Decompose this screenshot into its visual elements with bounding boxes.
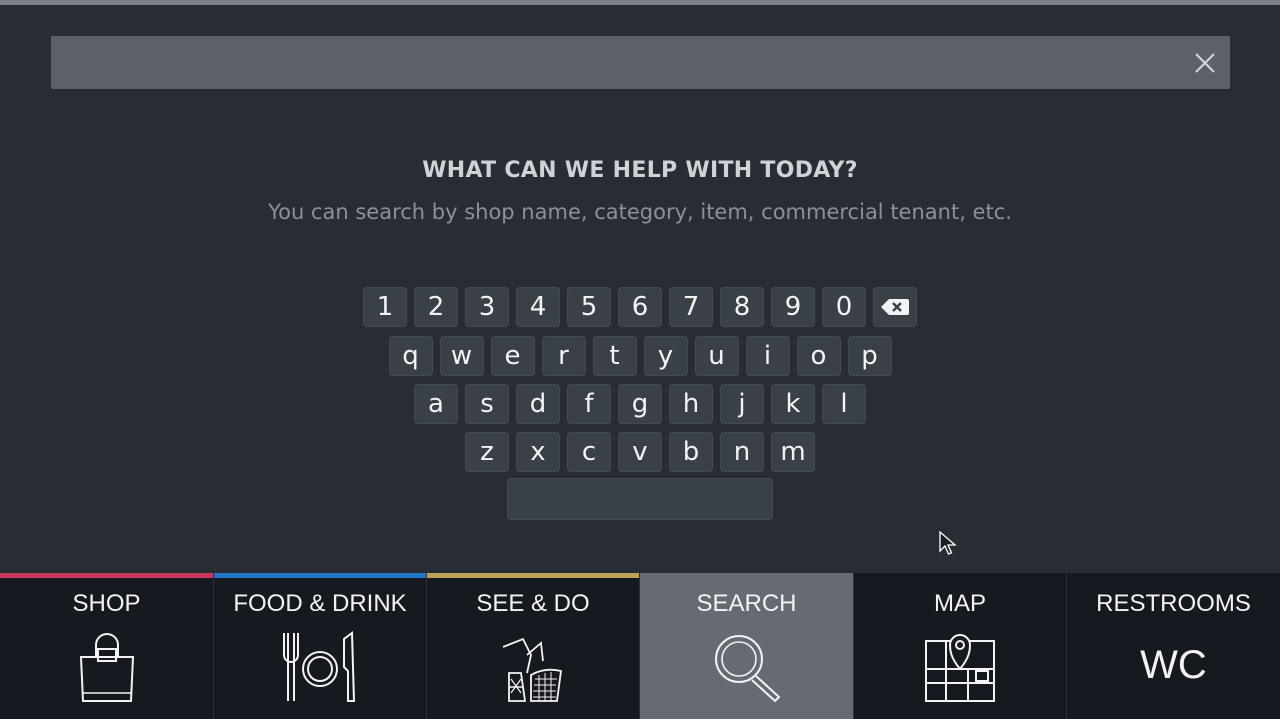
- keyboard-row-a: a s d f g h j k l: [0, 384, 1280, 426]
- key-6[interactable]: 6: [618, 287, 662, 327]
- key-7[interactable]: 7: [669, 287, 713, 327]
- key-c[interactable]: c: [567, 432, 611, 472]
- top-strip: [0, 0, 1280, 5]
- key-i[interactable]: i: [745, 336, 790, 376]
- nav-map[interactable]: MAP: [854, 573, 1067, 719]
- nav-label: MAP: [933, 590, 986, 617]
- nav-accent-bar: [427, 573, 639, 578]
- map-pin-icon: [924, 631, 996, 707]
- key-b[interactable]: b: [669, 432, 713, 472]
- nav-restrooms[interactable]: RESTROOMS WC: [1067, 573, 1280, 719]
- key-9[interactable]: 9: [771, 287, 815, 327]
- page-subtitle: You can search by shop name, category, i…: [268, 200, 1012, 224]
- close-icon[interactable]: [1190, 48, 1220, 78]
- nav-label: SEE & DO: [476, 590, 590, 617]
- key-l[interactable]: l: [822, 384, 866, 424]
- nav-see-do[interactable]: SEE & DO: [427, 573, 640, 719]
- search-bar: [51, 36, 1230, 89]
- backspace-icon: [881, 299, 909, 315]
- key-8[interactable]: 8: [720, 287, 764, 327]
- nav-food-drink[interactable]: FOOD & DRINK: [214, 573, 427, 719]
- space-key[interactable]: [507, 478, 773, 520]
- plate-cutlery-icon: [282, 631, 358, 707]
- nav-label: SHOP: [72, 590, 141, 617]
- nav-accent-bar: [854, 573, 1066, 578]
- key-u[interactable]: u: [694, 336, 739, 376]
- sculpture-icon: [501, 631, 565, 707]
- key-q[interactable]: q: [388, 336, 433, 376]
- key-x[interactable]: x: [516, 432, 560, 472]
- key-g[interactable]: g: [618, 384, 662, 424]
- bottom-nav: SHOP FOOD & DRINK SEE & DO SEARCH MAP RE…: [0, 573, 1280, 719]
- wc-icon: WC: [1140, 643, 1207, 687]
- nav-accent-bar: [0, 573, 213, 578]
- key-e[interactable]: e: [490, 336, 535, 376]
- key-v[interactable]: v: [618, 432, 662, 472]
- shopping-bag-icon: [77, 631, 137, 707]
- key-5[interactable]: 5: [567, 287, 611, 327]
- key-d[interactable]: d: [516, 384, 560, 424]
- nav-label: RESTROOMS: [1096, 590, 1251, 617]
- key-4[interactable]: 4: [516, 287, 560, 327]
- key-t[interactable]: t: [592, 336, 637, 376]
- nav-accent-bar: [640, 573, 853, 578]
- key-1[interactable]: 1: [363, 287, 407, 327]
- key-3[interactable]: 3: [465, 287, 509, 327]
- page-title: WHAT CAN WE HELP WITH TODAY?: [422, 158, 858, 183]
- nav-shop[interactable]: SHOP: [0, 573, 214, 719]
- key-w[interactable]: w: [439, 336, 484, 376]
- key-f[interactable]: f: [567, 384, 611, 424]
- key-m[interactable]: m: [771, 432, 815, 472]
- key-0[interactable]: 0: [822, 287, 866, 327]
- key-p[interactable]: p: [847, 336, 892, 376]
- key-2[interactable]: 2: [414, 287, 458, 327]
- nav-search[interactable]: SEARCH: [640, 573, 854, 719]
- key-j[interactable]: j: [720, 384, 764, 424]
- backspace-key[interactable]: [873, 287, 917, 327]
- nav-accent-bar: [214, 573, 426, 578]
- keyboard-row-space: [0, 478, 1280, 520]
- key-r[interactable]: r: [541, 336, 586, 376]
- key-h[interactable]: h: [669, 384, 713, 424]
- key-a[interactable]: a: [414, 384, 458, 424]
- key-s[interactable]: s: [465, 384, 509, 424]
- keyboard-row-z: z x c v b n m: [0, 432, 1280, 474]
- key-y[interactable]: y: [643, 336, 688, 376]
- key-o[interactable]: o: [796, 336, 841, 376]
- keyboard-number-row: 1 2 3 4 5 6 7 8 9 0: [0, 287, 1280, 329]
- keyboard-row-q: q w e r t y u i o p: [0, 336, 1280, 378]
- key-k[interactable]: k: [771, 384, 815, 424]
- magnifier-icon: [711, 631, 783, 707]
- key-z[interactable]: z: [465, 432, 509, 472]
- mouse-pointer-icon: [939, 531, 957, 555]
- search-input[interactable]: [51, 36, 1171, 89]
- key-n[interactable]: n: [720, 432, 764, 472]
- nav-accent-bar: [1067, 573, 1280, 578]
- nav-label: SEARCH: [696, 590, 797, 617]
- nav-label: FOOD & DRINK: [233, 590, 407, 617]
